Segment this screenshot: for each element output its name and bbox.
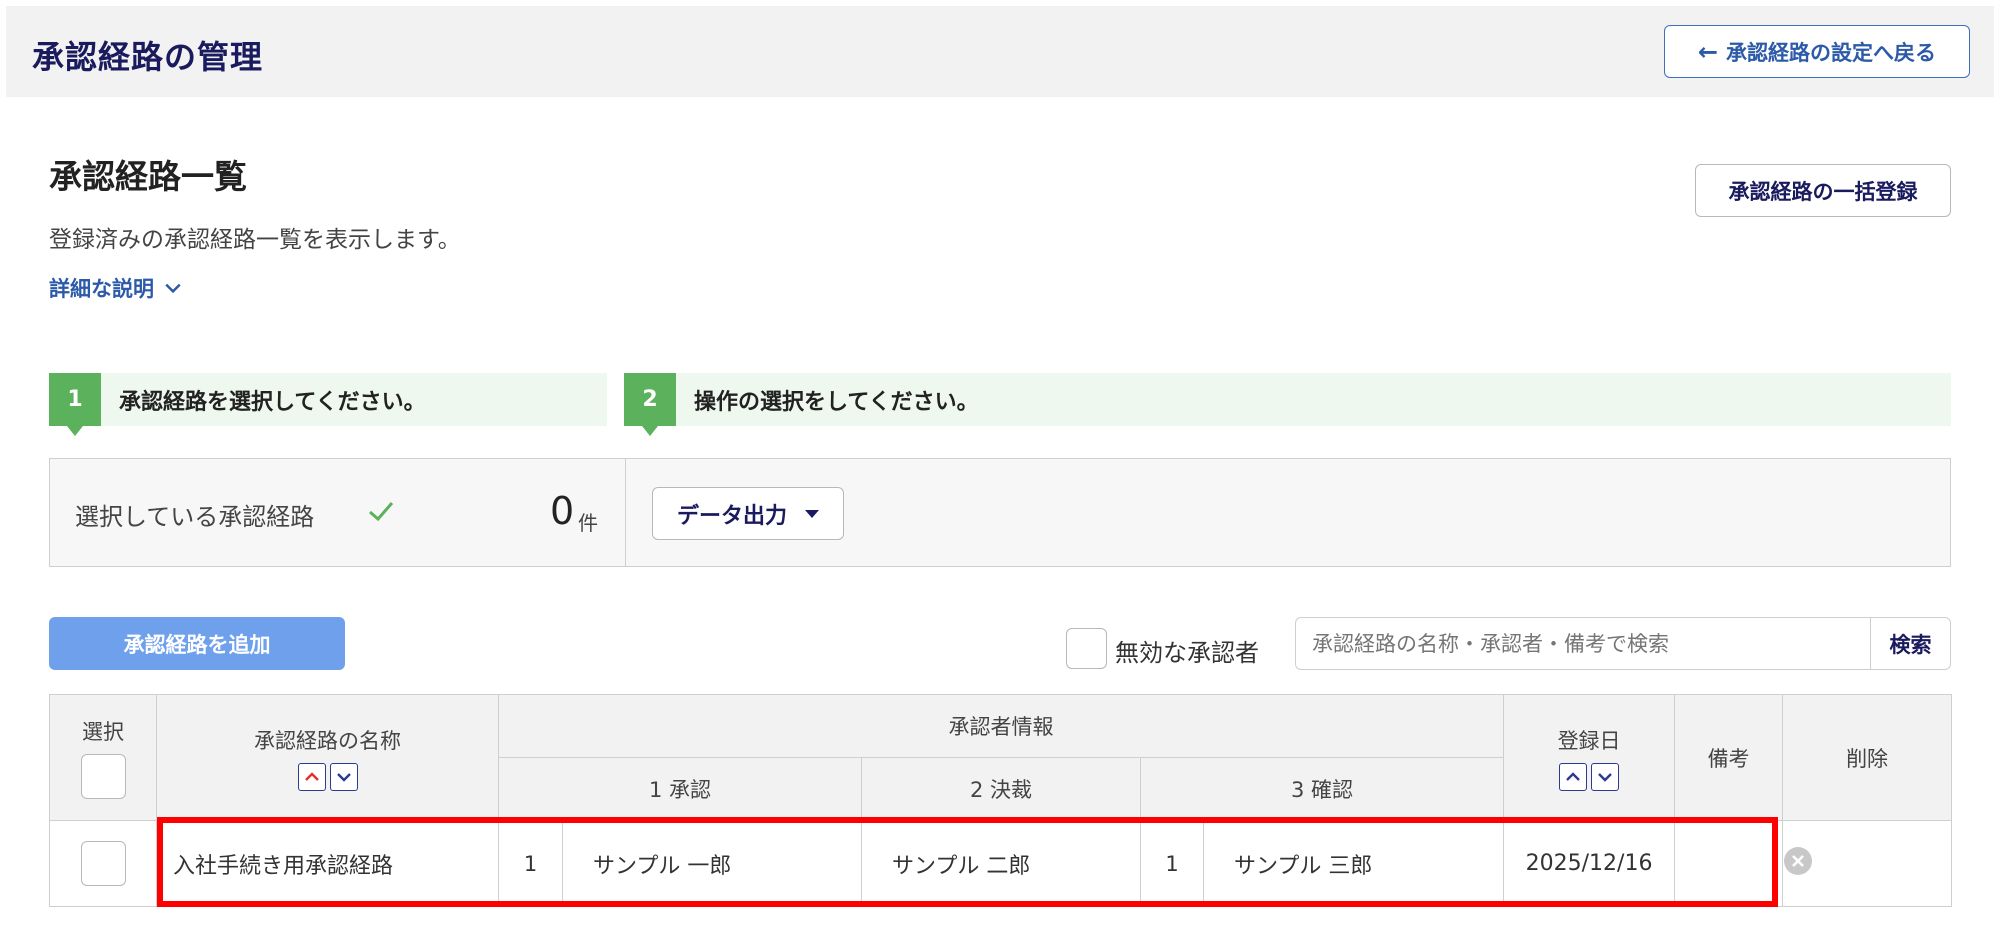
- table-row[interactable]: 入社手続き用承認経路 1 サンプル 一郎 サンプル 二郎 1 サンプル 三郎 2…: [49, 820, 1953, 907]
- step-1-badge: 1: [49, 373, 101, 436]
- chevron-up-icon: [1566, 771, 1580, 781]
- col-note: 備考: [1674, 694, 1784, 821]
- row-checkbox[interactable]: [80, 841, 126, 886]
- row-select-cell: [49, 820, 157, 907]
- step-1-banner: 1 承認経路を選択してください。: [49, 373, 607, 436]
- inactive-approver-checkbox[interactable]: [1066, 628, 1107, 669]
- section-title: 承認経路一覧: [49, 157, 247, 196]
- date-sort-asc-button[interactable]: [1559, 762, 1588, 791]
- col-delete: 削除: [1782, 694, 1953, 821]
- sort-desc-button[interactable]: [329, 762, 358, 791]
- col-select: 選択: [49, 694, 157, 821]
- add-route-button[interactable]: 承認経路を追加: [49, 617, 345, 670]
- step-3-approver: サンプル 三郎: [1202, 820, 1505, 907]
- step-1-label: 承認経路を選択してください。: [119, 389, 426, 415]
- col-step-3: 3 確認: [1139, 757, 1505, 821]
- date-sort-controls: [1504, 762, 1674, 791]
- step-1-approver: サンプル 一郎: [562, 820, 862, 907]
- chevron-down-icon: [1598, 772, 1612, 782]
- header-bar: 承認経路の管理 ← 承認経路の設定へ戻る: [6, 6, 1994, 97]
- registered-date: 2025/12/16: [1503, 820, 1676, 907]
- page-title: 承認経路の管理: [32, 38, 264, 76]
- delete-cell: [1782, 820, 1953, 907]
- selection-unit: 件: [578, 511, 598, 535]
- chevron-down-icon: [165, 283, 181, 294]
- inactive-approver-label: 無効な承認者: [1115, 639, 1259, 667]
- data-export-dropdown[interactable]: データ出力: [652, 487, 844, 540]
- search-input[interactable]: [1295, 617, 1871, 670]
- note-cell: [1674, 820, 1784, 907]
- col-name: 承認経路の名称: [156, 694, 499, 821]
- sort-asc-button[interactable]: [297, 762, 326, 791]
- col-step-1: 1 承認: [498, 757, 862, 821]
- step-2-label: 操作の選択をしてください。: [694, 389, 979, 415]
- detail-link[interactable]: 詳細な説明: [49, 273, 182, 303]
- select-all-checkbox[interactable]: [80, 754, 126, 799]
- check-icon: [369, 502, 394, 522]
- arrow-left-icon: ←: [1697, 37, 1719, 66]
- name-sort-controls: [157, 762, 498, 791]
- select-header-label: 選択: [82, 720, 124, 744]
- step-2-badge: 2: [624, 373, 676, 436]
- section-description: 登録済みの承認経路一覧を表示します。: [49, 227, 461, 253]
- step-2-approver: サンプル 二郎: [861, 820, 1141, 907]
- route-name[interactable]: 入社手続き用承認経路: [156, 820, 499, 907]
- step-2-banner: 2 操作の選択をしてください。: [624, 373, 1951, 436]
- selection-summary: 選択している承認経路 0 件: [50, 459, 626, 566]
- col-approver-info: 承認者情報: [497, 694, 1505, 758]
- export-label: データ出力: [676, 503, 787, 529]
- date-sort-desc-button[interactable]: [1591, 762, 1620, 791]
- chevron-up-icon: [304, 771, 319, 781]
- step-3-count: 1: [1140, 820, 1204, 907]
- detail-link-label: 詳細な説明: [49, 277, 154, 301]
- back-button-label: 承認経路の設定へ戻る: [1726, 40, 1937, 65]
- date-header-label: 登録日: [1557, 728, 1621, 753]
- route-table: 選択 承認経路の名称 承認者情報 登録日 備考 削除 1 承認 2 決裁 3 確…: [49, 694, 1953, 907]
- search-button[interactable]: 検索: [1870, 617, 1951, 670]
- delete-icon[interactable]: [1783, 846, 1813, 876]
- name-header-label: 承認経路の名称: [254, 728, 401, 753]
- back-to-settings-button[interactable]: ← 承認経路の設定へ戻る: [1664, 25, 1970, 78]
- selection-panel: 選択している承認経路 0 件 データ出力: [49, 458, 1951, 567]
- col-step-2: 2 決裁: [861, 757, 1141, 821]
- chevron-down-icon: [336, 772, 351, 782]
- step-1-count: 1: [498, 820, 563, 907]
- bulk-register-button[interactable]: 承認経路の一括登録: [1695, 164, 1951, 217]
- col-date: 登録日: [1503, 694, 1676, 821]
- selection-count: 0: [550, 489, 575, 533]
- selection-label: 選択している承認経路: [75, 503, 315, 531]
- caret-down-icon: [805, 509, 819, 518]
